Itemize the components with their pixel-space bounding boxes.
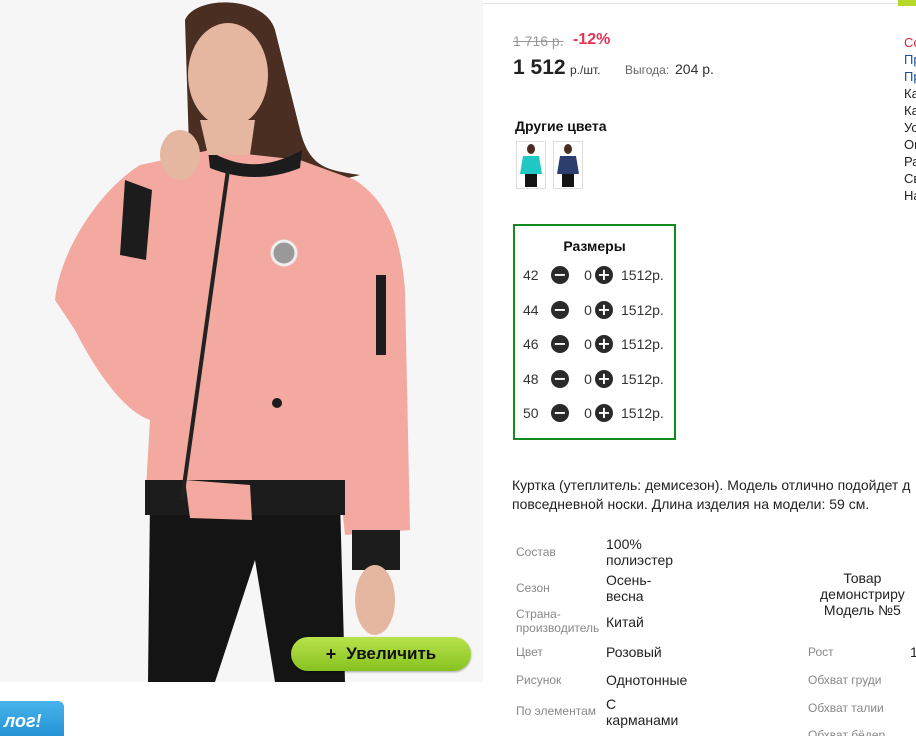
right-column-item[interactable]: Пр [904, 68, 916, 85]
spec-value-color: Розовый [606, 644, 662, 660]
model-note-line: Товар [843, 570, 882, 586]
size-price: 1512р. [621, 267, 664, 283]
spec-value-country: Китай [606, 614, 644, 630]
blog-badge[interactable]: лог! [0, 701, 64, 736]
model-height-value: 1 [910, 644, 916, 660]
decrease-quantity-button[interactable]: − [551, 266, 569, 284]
size-row: 42 − 0 + 1512р. [523, 266, 673, 286]
sizes-title: Размеры [563, 238, 626, 254]
model-note: Товар демонстриру Модель №5 [820, 570, 905, 618]
spec-value-line: полиэстер [606, 552, 674, 568]
size-label: 44 [523, 302, 539, 318]
size-row: 46 − 0 + 1512р. [523, 335, 673, 355]
model-note-line: Модель №5 [823, 602, 901, 618]
top-divider [483, 3, 898, 4]
size-row: 48 − 0 + 1512р. [523, 370, 673, 390]
right-column-item: Ка [904, 103, 916, 118]
spec-value-composition: 100% полиэстер [606, 536, 673, 568]
discount-badge: -12% [573, 31, 611, 48]
model-height-label: Рост [808, 645, 834, 659]
spec-value-elements: С карманами [606, 696, 678, 728]
decrease-quantity-button[interactable]: − [551, 335, 569, 353]
size-label: 46 [523, 336, 539, 352]
old-price: 1 716 р. [513, 33, 564, 49]
increase-quantity-button[interactable]: + [595, 301, 613, 319]
spec-label-color: Цвет [516, 645, 543, 659]
product-photo[interactable] [0, 0, 483, 682]
right-column: Со Пр Пр Ка Ка Ус Оп Ра Св На [904, 34, 916, 204]
right-column-item: Ра [904, 154, 916, 169]
right-column-item: На [904, 188, 916, 203]
color-swatch-thumbnail [557, 144, 579, 187]
model-note-line: демонстриру [820, 586, 905, 602]
right-column-item: Св [904, 171, 916, 186]
decrease-quantity-button[interactable]: − [551, 370, 569, 388]
increase-quantity-button[interactable]: + [595, 335, 613, 353]
product-description: Куртка (утеплитель: демисезон). Модель о… [512, 476, 916, 514]
right-column-item[interactable]: Со [904, 34, 916, 51]
product-photo-illustration [0, 0, 483, 682]
model-hips-label: Обхват бёдер [808, 728, 886, 736]
spec-label-line: производитель [516, 621, 600, 635]
spec-label-pattern: Рисунок [516, 673, 562, 687]
spec-label-composition: Состав [516, 545, 556, 559]
color-swatch-navy[interactable] [553, 141, 583, 189]
saving-label: Выгода: [625, 63, 670, 77]
blog-badge-label: лог! [4, 711, 42, 731]
size-price: 1512р. [621, 302, 664, 318]
top-accent-bar [898, 0, 916, 6]
increase-quantity-button[interactable]: + [595, 266, 613, 284]
right-column-item: Ка [904, 86, 916, 101]
right-column-item: Ус [904, 120, 916, 135]
other-colors-title: Другие цвета [515, 118, 607, 134]
spec-value-line: Осень- [606, 572, 652, 588]
model-waist-label: Обхват талии [808, 701, 884, 715]
size-label: 42 [523, 267, 539, 283]
spec-label-elements: По элементам [516, 704, 597, 718]
price-unit: р./шт. [570, 63, 601, 77]
size-label: 48 [523, 371, 539, 387]
increase-quantity-button[interactable]: + [595, 404, 613, 422]
size-price: 1512р. [621, 371, 664, 387]
size-label: 50 [523, 405, 539, 421]
increase-quantity-button[interactable]: + [595, 370, 613, 388]
spec-value-line: 100% [606, 536, 642, 552]
decrease-quantity-button[interactable]: − [551, 404, 569, 422]
saving-value: 204 р. [675, 61, 714, 77]
model-chest-label: Обхват груди [808, 673, 882, 687]
spec-label-country: Страна- производитель [516, 607, 599, 635]
right-column-item[interactable]: Пр [904, 51, 916, 68]
color-swatch-thumbnail [520, 144, 542, 187]
spec-value-season: Осень- весна [606, 572, 651, 604]
spec-label-season: Сезон [516, 581, 550, 595]
right-column-item: Оп [904, 137, 916, 152]
size-row: 50 − 0 + 1512р. [523, 404, 673, 424]
size-row: 44 − 0 + 1512р. [523, 301, 673, 321]
spec-value-line: карманами [606, 712, 679, 728]
description-line: повседневной носки. Длина изделия на мод… [512, 496, 870, 512]
plus-icon: + [325, 643, 337, 664]
sizes-panel: Размеры 42 − 0 + 1512р. 44 − 0 + 1512р. … [513, 224, 676, 440]
decrease-quantity-button[interactable]: − [551, 301, 569, 319]
color-swatch-turquoise[interactable] [516, 141, 546, 189]
zoom-button[interactable]: + Увеличить [291, 637, 471, 671]
size-price: 1512р. [621, 336, 664, 352]
current-price: 1 512 [513, 56, 566, 79]
description-line: Куртка (утеплитель: демисезон). Модель о… [512, 477, 911, 493]
spec-value-pattern: Однотонные [606, 672, 688, 688]
zoom-button-label: Увеличить [346, 644, 437, 663]
spec-value-line: весна [606, 588, 644, 604]
spec-value-line: С [606, 696, 617, 712]
spec-label-line: Страна- [516, 607, 561, 621]
size-price: 1512р. [621, 405, 664, 421]
